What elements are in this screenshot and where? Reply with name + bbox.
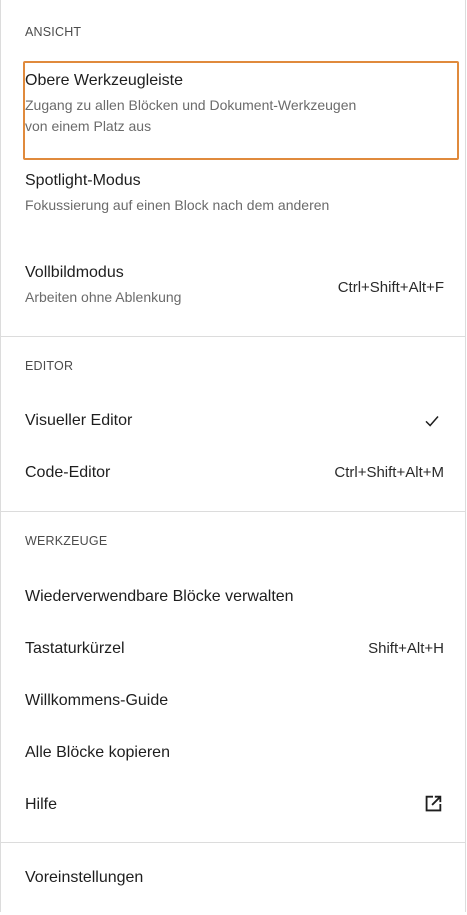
menu-item-label: Alle Blöcke kopieren — [25, 744, 170, 761]
menu-item-visual-editor[interactable]: Visueller Editor — [1, 399, 465, 443]
menu-item-copy-all-blocks[interactable]: Alle Blöcke kopieren — [1, 731, 465, 775]
shortcut-label: Ctrl+Shift+Alt+F — [337, 279, 444, 296]
more-options-menu: ANSICHT Obere Werkzeugleiste Zugang zu a… — [0, 0, 466, 912]
menu-item-help[interactable]: Hilfe — [1, 783, 465, 827]
menu-item-top-toolbar[interactable]: Obere Werkzeugleiste Zugang zu allen Blö… — [1, 72, 465, 137]
view-group-title: ANSICHT — [25, 25, 82, 39]
menu-item-preferences[interactable]: Voreinstellungen — [1, 856, 465, 900]
external-link-icon — [425, 795, 442, 812]
menu-item-code-editor[interactable]: Code-Editor Ctrl+Shift+Alt+M — [1, 451, 465, 495]
editor-group: EDITOR Visueller Editor Code-Editor Ctrl… — [1, 337, 465, 512]
tools-group-title: WERKZEUGE — [25, 534, 108, 548]
menu-item-label: Voreinstellungen — [25, 869, 144, 886]
menu-item-label: Visueller Editor — [25, 412, 133, 429]
menu-item-description: Fokussierung auf einen Block nach dem an… — [25, 197, 330, 213]
menu-item-label: Hilfe — [25, 796, 58, 813]
shortcut-label: Ctrl+Shift+Alt+M — [334, 464, 444, 481]
menu-item-label: Wiederverwendbare Blöcke verwalten — [25, 588, 294, 605]
menu-item-label: Spotlight-Modus — [25, 172, 141, 189]
view-group: ANSICHT Obere Werkzeugleiste Zugang zu a… — [1, 0, 465, 337]
menu-item-description: Zugang zu allen Blöcken und Dokument-Wer… — [25, 97, 357, 134]
menu-item-label: Willkommens-Guide — [25, 692, 169, 709]
menu-item-spotlight-mode[interactable]: Spotlight-Modus Fokussierung auf einen B… — [1, 172, 465, 216]
settings-group: Voreinstellungen — [1, 843, 465, 915]
menu-item-fullscreen-mode[interactable]: Vollbildmodus Arbeiten ohne Ablenkung Ct… — [1, 264, 465, 324]
menu-item-label: Obere Werkzeugleiste — [25, 72, 183, 89]
checkmark-icon — [425, 416, 439, 427]
menu-item-keyboard-shortcuts[interactable]: Tastaturkürzel Shift+Alt+H — [1, 627, 465, 671]
editor-group-title: EDITOR — [25, 359, 74, 373]
menu-item-welcome-guide[interactable]: Willkommens-Guide — [1, 679, 465, 723]
tools-group: WERKZEUGE Wiederverwendbare Blöcke verwa… — [1, 512, 465, 843]
shortcut-label: Shift+Alt+H — [368, 640, 444, 657]
menu-item-manage-reusable-blocks[interactable]: Wiederverwendbare Blöcke verwalten — [1, 575, 465, 619]
